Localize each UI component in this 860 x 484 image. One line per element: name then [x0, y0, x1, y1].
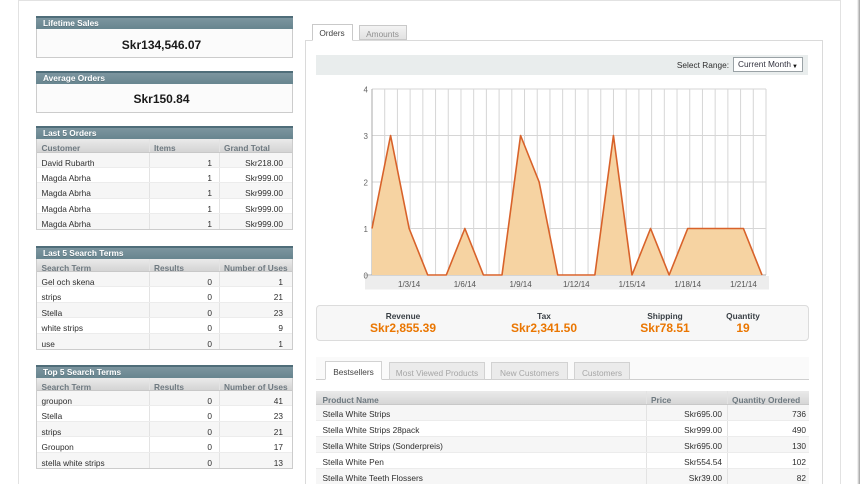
svg-text:1/9/14: 1/9/14 [509, 280, 532, 289]
svg-text:1/3/14: 1/3/14 [398, 280, 421, 289]
svg-text:1/15/14: 1/15/14 [619, 280, 646, 289]
svg-text:1/6/14: 1/6/14 [454, 280, 477, 289]
svg-text:1: 1 [364, 225, 369, 234]
svg-text:1/21/14: 1/21/14 [730, 280, 757, 289]
svg-text:2: 2 [364, 179, 369, 188]
svg-text:1/12/14: 1/12/14 [563, 280, 590, 289]
svg-text:3: 3 [364, 132, 369, 141]
svg-text:1/18/14: 1/18/14 [674, 280, 701, 289]
svg-text:4: 4 [364, 86, 369, 95]
svg-text:0: 0 [364, 272, 369, 281]
